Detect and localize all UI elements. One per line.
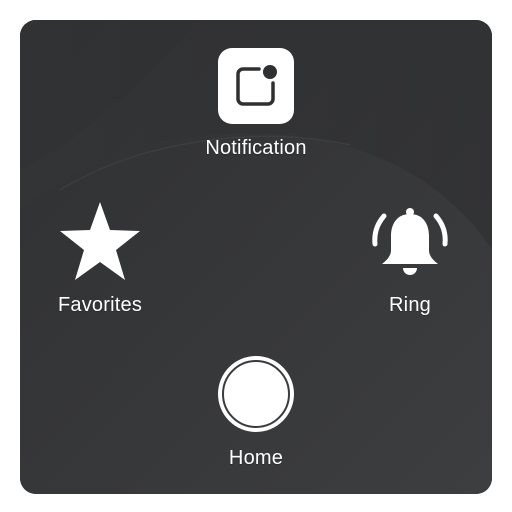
favorites-label: Favorites [57,294,143,316]
home-button[interactable]: Home [206,356,306,470]
notification-button[interactable]: Notification [196,48,316,160]
favorites-button[interactable]: Favorites [50,200,150,317]
bell-icon [370,204,450,285]
ring-button[interactable]: Ring [360,204,460,317]
assistive-touch-menu: Notification Favorites Ring Home [20,20,492,494]
home-button-icon [218,356,294,432]
home-label: Home [228,447,284,469]
star-icon [57,200,143,287]
notification-label: Notification [205,137,307,159]
notification-icon [218,48,294,124]
home-button-ring [222,360,290,428]
ring-label: Ring [389,294,431,316]
